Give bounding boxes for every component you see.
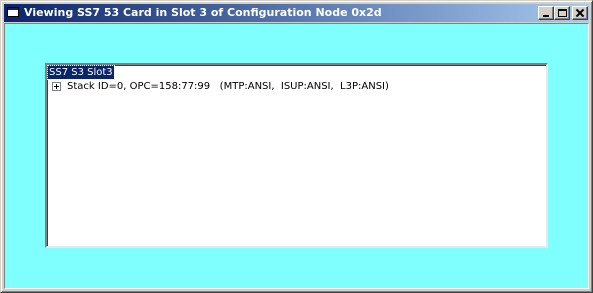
minimize-icon: [543, 15, 549, 17]
client-area: SS7 S3 Slot3 Stack ID=0, OPC=158:77:99 (…: [4, 23, 589, 289]
close-button[interactable]: [572, 6, 588, 20]
maximize-icon: [558, 9, 567, 17]
application-window: Viewing SS7 53 Card in Slot 3 of Configu…: [0, 0, 593, 293]
window-icon[interactable]: [7, 7, 19, 17]
plus-icon[interactable]: [52, 82, 61, 91]
tree-view[interactable]: SS7 S3 Slot3 Stack ID=0, OPC=158:77:99 (…: [45, 63, 548, 248]
title-bar[interactable]: Viewing SS7 53 Card in Slot 3 of Configu…: [4, 4, 589, 22]
tree-node-label[interactable]: Stack ID=0, OPC=158:77:99 (MTP:ANSI, ISU…: [67, 80, 389, 94]
maximize-button[interactable]: [554, 6, 570, 20]
minimize-button[interactable]: [538, 6, 554, 20]
window-title: Viewing SS7 53 Card in Slot 3 of Configu…: [24, 6, 382, 19]
tree-root-node[interactable]: SS7 S3 Slot3: [47, 65, 115, 80]
close-icon: [576, 9, 584, 17]
